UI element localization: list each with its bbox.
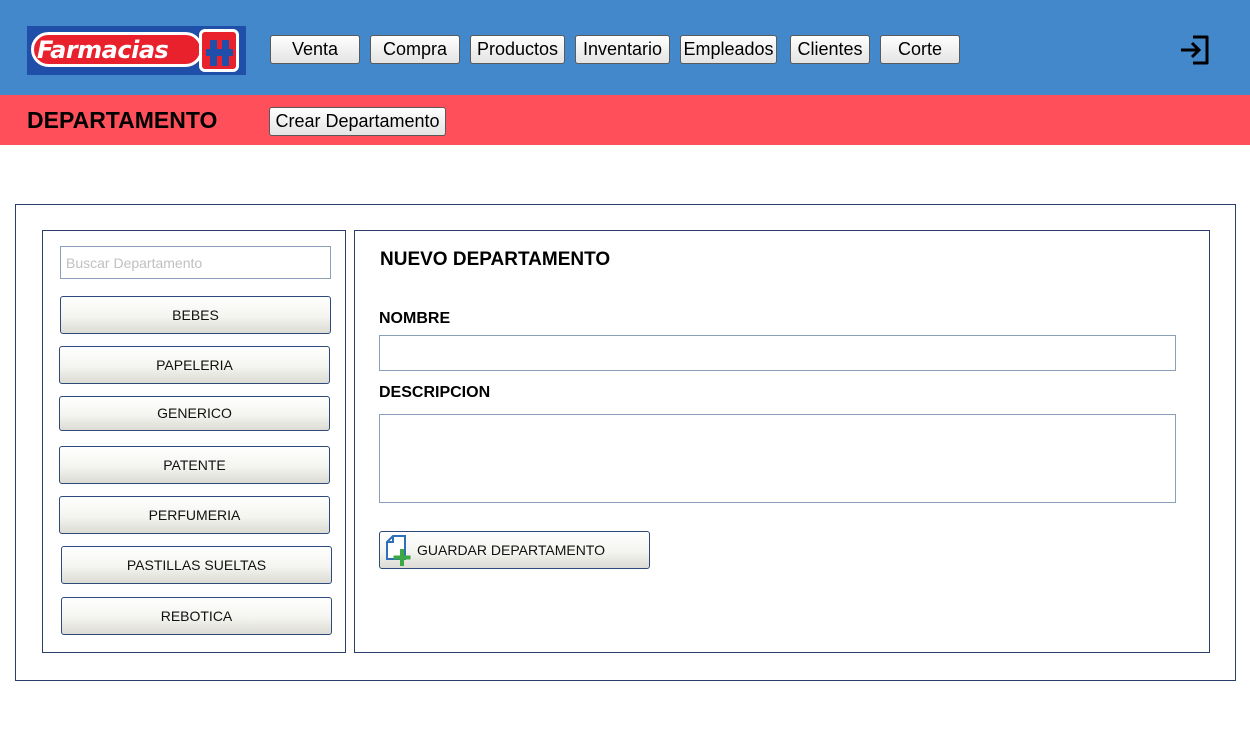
- save-button-label: GUARDAR DEPARTAMENTO: [417, 542, 605, 558]
- nav-corte-button[interactable]: Corte: [880, 35, 960, 64]
- description-input[interactable]: [379, 414, 1176, 503]
- department-item-papeleria[interactable]: PAPELERIA: [59, 346, 330, 384]
- department-item-bebes[interactable]: BEBES: [60, 296, 331, 334]
- search-department-input[interactable]: [60, 246, 331, 279]
- nav-productos-button[interactable]: Productos: [470, 35, 565, 64]
- nav-inventario-button[interactable]: Inventario: [575, 35, 670, 64]
- logo-text: Farmacias: [37, 36, 169, 64]
- add-document-icon: [386, 535, 411, 566]
- nav-clientes-button[interactable]: Clientes: [790, 35, 870, 64]
- logo-badge: [199, 29, 239, 72]
- department-item-rebotica[interactable]: REBOTICA: [61, 597, 332, 635]
- page-title: DEPARTAMENTO: [27, 107, 218, 133]
- create-department-button[interactable]: Crear Departamento: [269, 107, 446, 136]
- nav-empleados-button[interactable]: Empleados: [680, 35, 777, 64]
- farmacias-logo[interactable]: Farmacias: [27, 26, 246, 75]
- department-item-generico[interactable]: GENERICO: [59, 396, 330, 431]
- section-header: DEPARTAMENTO Crear Departamento: [0, 95, 1250, 145]
- department-item-patente[interactable]: PATENTE: [59, 446, 330, 484]
- department-item-pastillas-sueltas[interactable]: PASTILLAS SUELTAS: [61, 546, 332, 584]
- save-department-button[interactable]: GUARDAR DEPARTAMENTO: [379, 531, 650, 569]
- department-list-panel: [42, 230, 346, 653]
- department-item-perfumeria[interactable]: PERFUMERIA: [59, 496, 330, 534]
- name-label: NOMBRE: [379, 310, 451, 327]
- description-label: DESCRIPCION: [379, 384, 491, 401]
- form-title: NUEVO DEPARTAMENTO: [380, 249, 611, 270]
- nav-venta-button[interactable]: Venta: [270, 35, 360, 64]
- top-header: Farmacias Venta Compra Productos Inventa…: [0, 0, 1250, 95]
- sign-out-icon[interactable]: [1179, 34, 1211, 66]
- nav-compra-button[interactable]: Compra: [370, 35, 460, 64]
- name-input[interactable]: [379, 335, 1176, 371]
